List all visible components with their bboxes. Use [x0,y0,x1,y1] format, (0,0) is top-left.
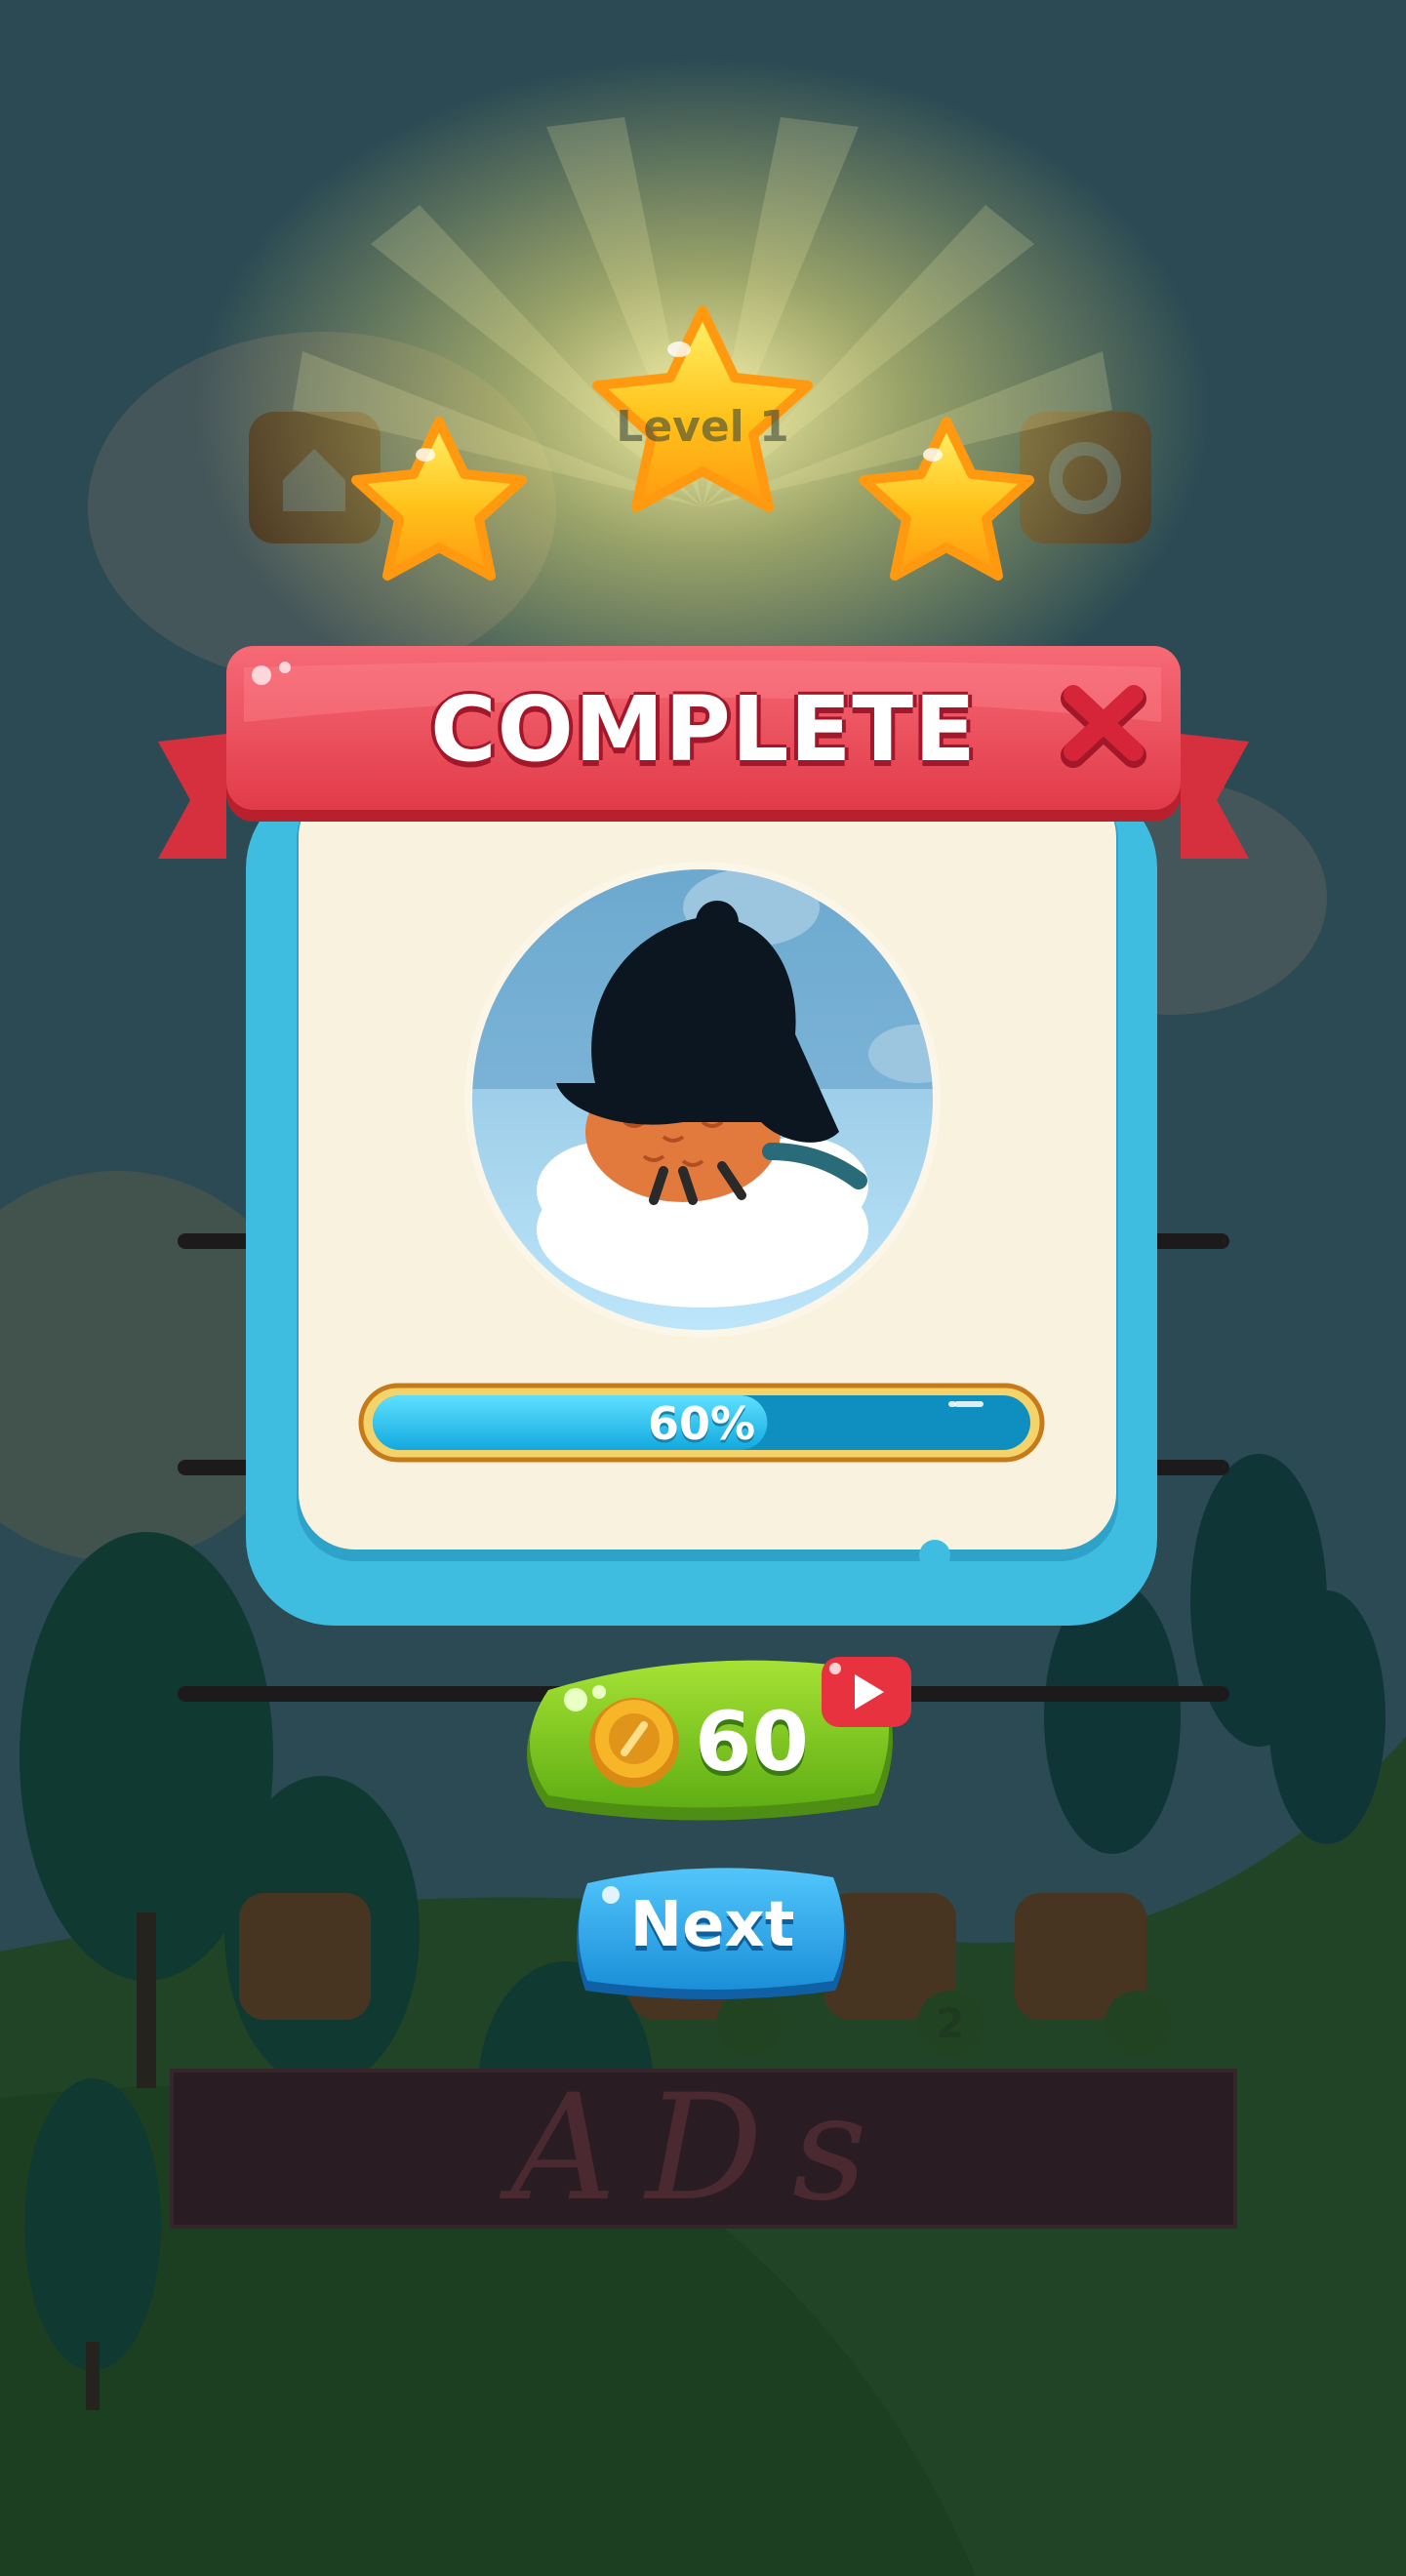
coin-icon [589,1698,679,1788]
level-picture [464,862,941,1338]
reward-amount: 60 [695,1694,809,1790]
close-icon [1060,677,1157,775]
close-button[interactable] [1060,677,1157,775]
popup-title: COMPLETE [430,677,977,782]
next-button-label: Next [629,1889,795,1961]
undo-count-badge: 2 [936,1999,965,2047]
background-level-label: Level 1 [616,402,789,452]
progress-percent: 60% [647,1397,756,1450]
ads-label: ADs [510,2064,897,2234]
play-video-icon [822,1657,911,1727]
